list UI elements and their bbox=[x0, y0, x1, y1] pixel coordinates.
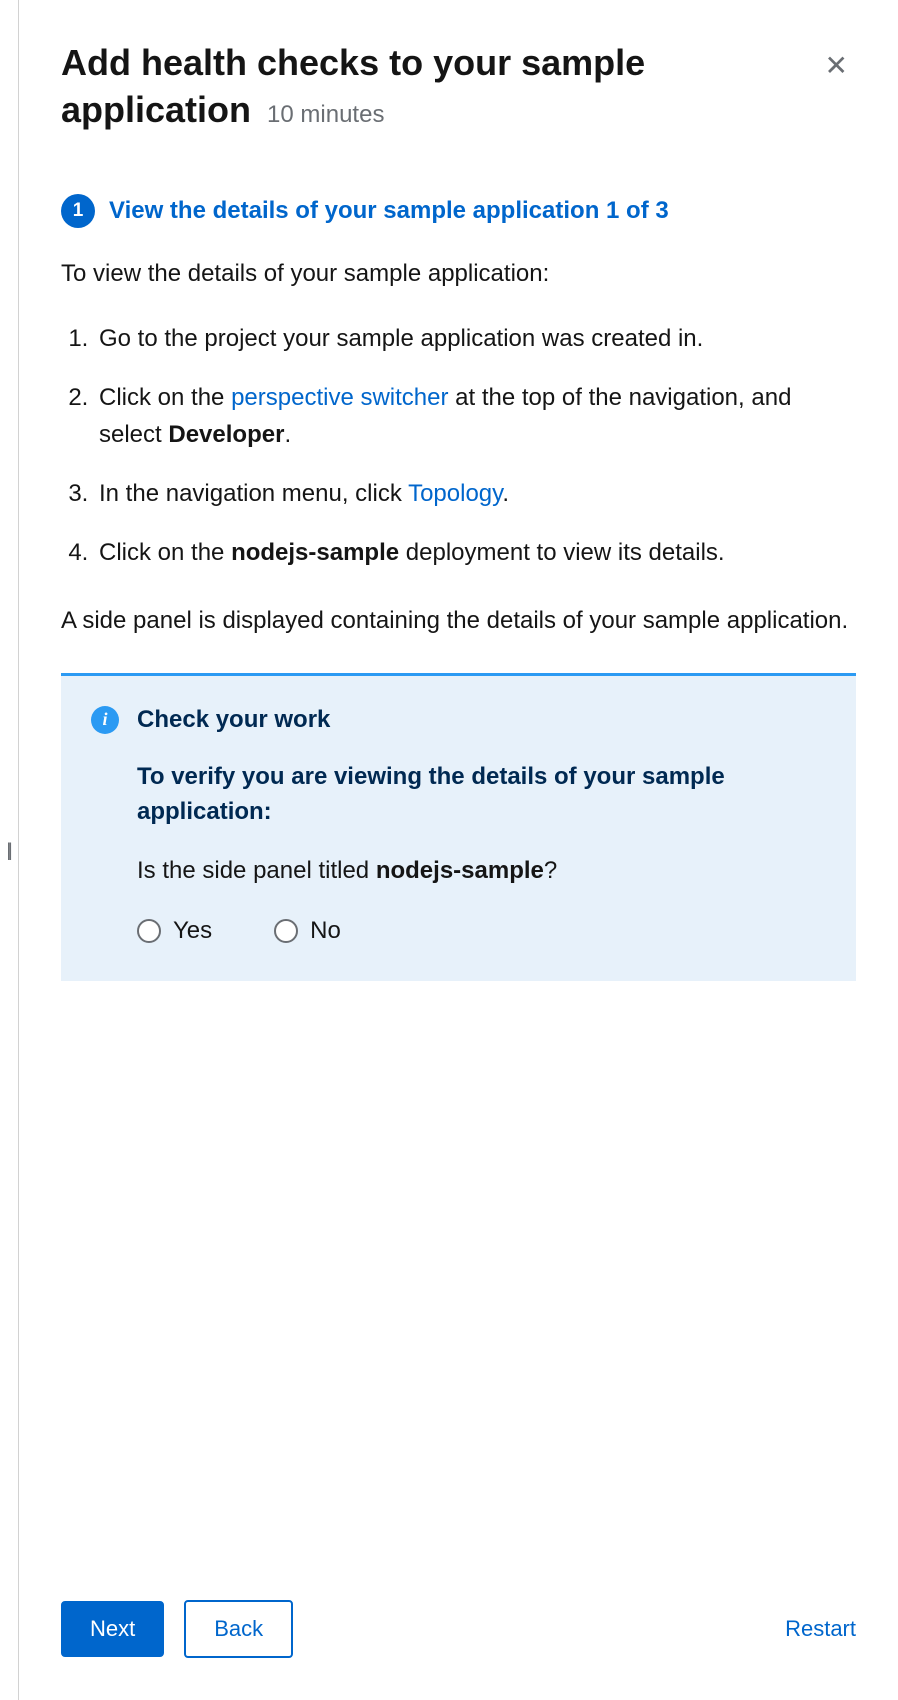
radio-no[interactable]: No bbox=[274, 917, 341, 945]
check-title: Check your work bbox=[137, 706, 330, 734]
radio-icon bbox=[137, 919, 161, 943]
next-button[interactable]: Next bbox=[61, 1601, 164, 1657]
quick-start-panel: Add health checks to your sample applica… bbox=[18, 0, 898, 1700]
radio-yes[interactable]: Yes bbox=[137, 917, 212, 945]
perspective-switcher-link[interactable]: perspective switcher bbox=[231, 384, 448, 411]
footer: Next Back Restart bbox=[19, 1600, 898, 1700]
check-description: To verify you are viewing the details of… bbox=[137, 760, 826, 830]
intro-text: To view the details of your sample appli… bbox=[61, 256, 856, 292]
restart-button[interactable]: Restart bbox=[785, 1602, 856, 1656]
instruction-item: Go to the project your sample applicatio… bbox=[95, 320, 856, 357]
duration-text: 10 minutes bbox=[267, 101, 384, 128]
check-question: Is the side panel titled nodejs-sample? bbox=[137, 853, 826, 889]
followup-text: A side panel is displayed containing the… bbox=[61, 602, 856, 639]
step-count: 1 of 3 bbox=[606, 197, 669, 224]
close-button[interactable]: ✕ bbox=[817, 48, 856, 84]
instruction-item: Click on the perspective switcher at the… bbox=[95, 379, 856, 453]
topology-link[interactable]: Topology bbox=[408, 480, 502, 507]
step-number-badge: 1 bbox=[61, 194, 95, 228]
instruction-item: In the navigation menu, click Topology. bbox=[95, 475, 856, 512]
back-button[interactable]: Back bbox=[184, 1600, 293, 1658]
instruction-list: Go to the project your sample applicatio… bbox=[61, 320, 856, 572]
close-icon: ✕ bbox=[825, 50, 848, 81]
drawer-resize-handle[interactable]: || bbox=[0, 830, 16, 870]
instruction-item: Click on the nodejs-sample deployment to… bbox=[95, 534, 856, 571]
step-header: 1 View the details of your sample applic… bbox=[61, 194, 856, 228]
step-title: View the details of your sample applicat… bbox=[109, 197, 669, 225]
info-icon: i bbox=[91, 706, 119, 734]
page-title: Add health checks to your sample applica… bbox=[61, 40, 817, 134]
radio-group: Yes No bbox=[137, 917, 826, 945]
radio-icon bbox=[274, 919, 298, 943]
check-your-work-box: i Check your work To verify you are view… bbox=[61, 673, 856, 982]
